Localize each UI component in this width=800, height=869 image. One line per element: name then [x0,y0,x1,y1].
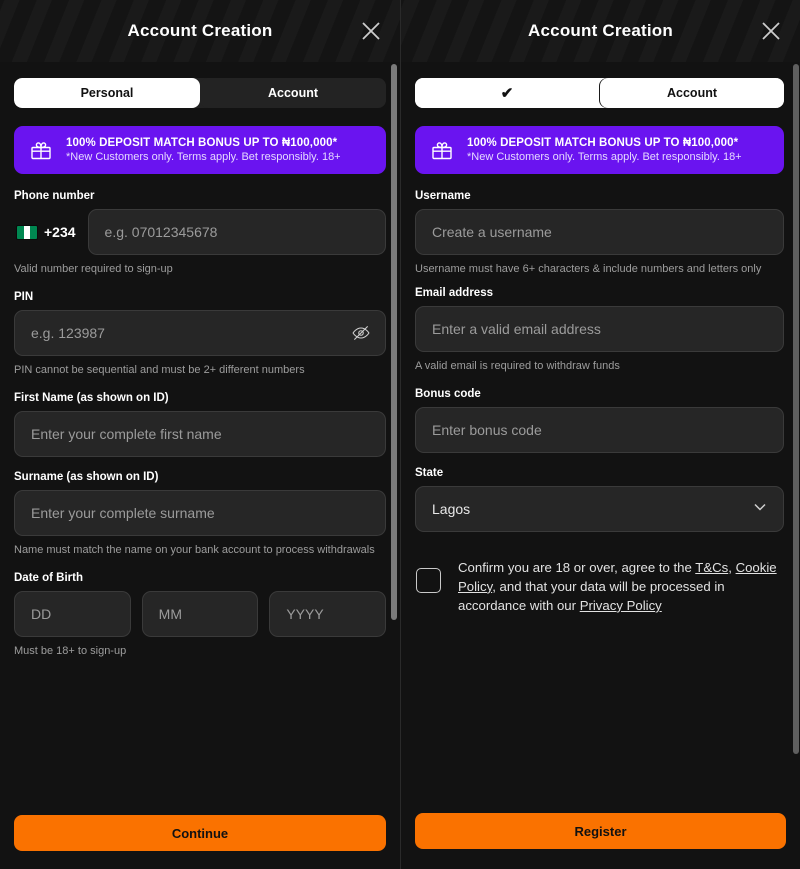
phone-hint: Valid number required to sign-up [14,263,173,275]
first-name-label: First Name (as shown on ID) [14,391,169,404]
pin-label: PIN [14,290,34,303]
dob-year-input[interactable] [269,590,387,637]
phone-row: +234 [14,209,386,255]
consent-part1: Confirm you are 18 or over, agree to the [458,559,696,575]
left-footer: Continue [0,815,400,869]
nigeria-flag-icon [16,224,38,240]
panel-header-left: Account Creation [0,0,400,62]
register-button[interactable]: Register [415,813,786,849]
pin-input[interactable] [14,309,386,356]
tab-account-label: Account [667,86,717,100]
first-name-field-group: First Name (as shown on ID) [14,392,386,457]
right-footer: Register [401,813,800,869]
tab-account[interactable]: Account [200,78,386,108]
dob-row [14,590,387,637]
scrollbar-right[interactable] [793,64,799,754]
consent-row: Confirm you are 18 or over, agree to the… [415,558,784,615]
bonus-subtitle: *New Customers only. Terms apply. Bet re… [467,151,742,163]
personal-form-body: Personal Account 100% DEPOSIT MATCH BONU… [0,62,400,815]
tcs-link[interactable]: T&Cs [695,560,728,575]
username-label: Username [415,190,471,202]
dob-hint: Must be 18+ to sign-up [14,644,127,657]
tab-account[interactable]: Account [600,78,784,108]
bonus-banner-left[interactable]: 100% DEPOSIT MATCH BONUS UP TO ₦100,000*… [14,126,386,174]
pin-hint: PIN cannot be sequential and must be 2+ … [14,363,305,376]
tab-account-label: Account [268,86,318,100]
bonus-title: 100% DEPOSIT MATCH BONUS UP TO ₦100,000* [467,137,739,149]
personal-step-panel: Account Creation Personal Account 100% D… [0,0,400,869]
surname-input[interactable] [14,489,386,536]
email-input[interactable] [415,305,784,352]
bonus-banner-right[interactable]: 100% DEPOSIT MATCH BONUS UP TO ₦100,000*… [415,126,784,174]
consent-text: Confirm you are 18 or over, agree to the… [458,558,784,615]
bonus-code-label: Bonus code [415,387,481,400]
state-label: State [415,466,444,479]
consent-checkbox[interactable] [416,567,441,593]
close-icon[interactable] [756,16,786,46]
step-tabs-right: ✔ Account [415,78,784,108]
gift-icon [28,138,54,162]
tab-personal[interactable]: Personal [14,78,200,108]
account-form-body: ✔ Account 100% DEPOSIT MATCH BONUS UP TO… [401,62,800,813]
eye-off-icon[interactable] [350,322,372,344]
email-hint: A valid email is required to withdraw fu… [415,359,620,372]
phone-input[interactable] [87,209,386,255]
first-name-input[interactable] [14,410,386,457]
country-dial-code: +234 [44,224,76,240]
state-field-group: State Lagos [415,467,784,532]
dob-label: Date of Birth [14,571,83,584]
username-field-group: Username Username must have 6+ character… [415,190,784,277]
dob-day-input[interactable] [14,590,131,637]
country-code-selector[interactable]: +234 [14,224,78,240]
tab-personal-completed[interactable]: ✔ [415,78,599,108]
tab-personal-label: Personal [80,86,134,100]
phone-field-group: Phone number +234 Valid number required … [14,190,386,277]
bonus-subtitle: *New Customers only. Terms apply. Bet re… [66,151,341,163]
bonus-title: 100% DEPOSIT MATCH BONUS UP TO ₦100,000* [66,137,338,149]
close-icon[interactable] [356,16,386,46]
consent-part2: , [728,559,736,575]
dob-month-input[interactable] [141,590,259,637]
page-title: Account Creation [528,21,673,40]
phone-label: Phone number [14,190,95,202]
dob-field-group: Date of Birth Must be 18+ to sign-up [14,571,387,659]
bonus-banner-text: 100% DEPOSIT MATCH BONUS UP TO ₦100,000*… [467,137,742,163]
scrollbar-left[interactable] [391,64,397,620]
account-step-panel: Account Creation ✔ Account 100% DEPOSIT … [400,0,800,869]
bonus-code-field-group: Bonus code [415,388,784,453]
bonus-code-input[interactable] [415,406,784,453]
bonus-banner-text: 100% DEPOSIT MATCH BONUS UP TO ₦100,000*… [66,137,341,163]
pin-field-group: PIN PIN cannot be sequential and must be… [14,291,386,378]
check-icon: ✔ [500,84,514,102]
username-input[interactable] [415,209,784,255]
pin-input-wrap [14,309,386,356]
email-field-group: Email address A valid email is required … [415,287,784,374]
state-selected-value: Lagos [432,500,471,517]
account-creation-screens: Account Creation Personal Account 100% D… [0,0,800,869]
gift-icon [429,138,455,162]
surname-hint: Name must match the name on your bank ac… [14,543,375,556]
username-hint: Username must have 6+ characters & inclu… [415,263,762,275]
state-select[interactable]: Lagos [415,485,784,532]
step-tabs-left: Personal Account [14,78,386,108]
privacy-policy-link[interactable]: Privacy Policy [580,598,662,613]
panel-header-right: Account Creation [401,0,800,62]
state-select-wrap: Lagos [415,485,784,532]
surname-label: Surname (as shown on ID) [14,470,159,483]
surname-field-group: Surname (as shown on ID) Name must match… [14,471,386,558]
email-label: Email address [415,286,493,299]
page-title: Account Creation [127,21,273,40]
continue-button[interactable]: Continue [14,815,386,851]
